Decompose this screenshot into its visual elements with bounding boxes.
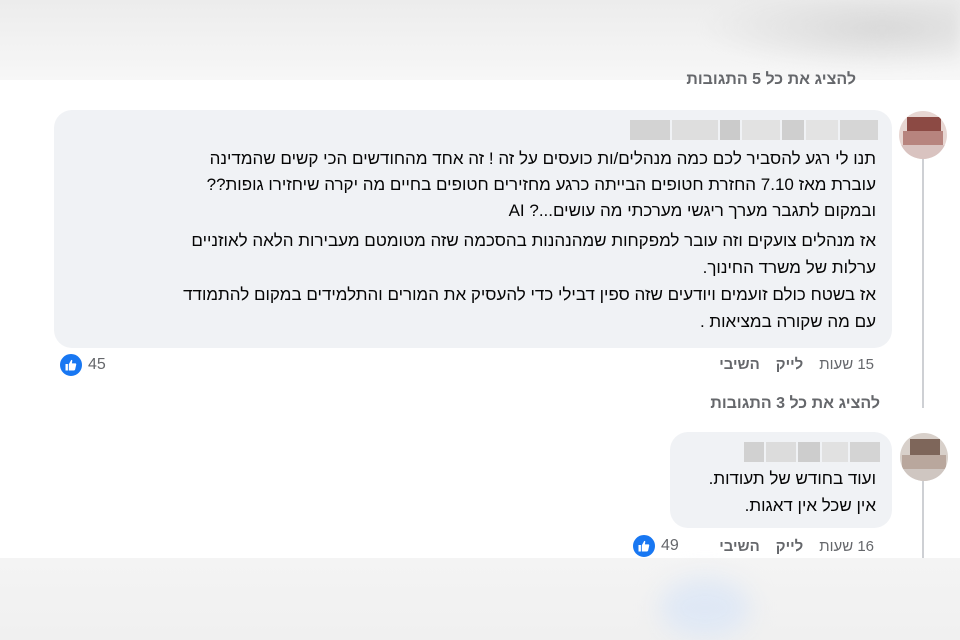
- timestamp[interactable]: 15 שעות: [819, 356, 874, 373]
- avatar[interactable]: [899, 111, 947, 159]
- reply-button[interactable]: השיבי: [719, 356, 760, 373]
- like-thumb-icon: [58, 352, 84, 378]
- blurred-header-region: [0, 0, 960, 80]
- blurred-shape: [660, 578, 750, 638]
- timestamp[interactable]: 16 שעות: [819, 538, 874, 555]
- thread-line: [922, 478, 924, 558]
- avatar[interactable]: [900, 433, 948, 481]
- comment-text-line: עוברת מאז 7.10 החזרת חטופים הבייתה כרגע …: [206, 175, 876, 194]
- comment-text-line: אז בשטח כולם זועמים ויודעים שזה ספין דבי…: [183, 285, 876, 304]
- comment-text-line: ועוד בחודש של תעודות.: [708, 469, 876, 488]
- view-all-replies-link[interactable]: להציג את כל 5 התגובות: [686, 71, 856, 89]
- reaction-summary[interactable]: 49: [631, 533, 679, 559]
- author-name-redacted[interactable]: [744, 442, 880, 462]
- reaction-count: 49: [661, 537, 679, 554]
- comment-actions: 15 שעות לייק השיבי: [703, 356, 874, 373]
- reaction-count: 45: [88, 356, 106, 373]
- comment-text-line: ובמקום לתגבר מערך ריגשי מערכתי מה עושים.…: [508, 201, 876, 220]
- reaction-summary[interactable]: 45: [58, 352, 106, 378]
- thread-line: [922, 150, 924, 408]
- comment-text-line: אז מנהלים צועקים וזה עובר למפקחות שמהנהנ…: [191, 231, 876, 250]
- blurred-footer-region: [0, 558, 960, 640]
- comment-text-line: עם מה שקורה במציאות .: [699, 312, 876, 331]
- comment-bubble: תנו לי רגע להסביר לכם כמה מנהלים/ות כועס…: [54, 110, 892, 348]
- comment-actions: 16 שעות לייק השיבי: [703, 538, 874, 555]
- author-name-redacted[interactable]: [630, 120, 878, 140]
- view-all-replies-link[interactable]: להציג את כל 3 התגובות: [710, 395, 880, 413]
- like-button[interactable]: לייק: [776, 538, 803, 555]
- comment-text-line: אין שכל אין דאגות.: [744, 496, 876, 515]
- like-button[interactable]: לייק: [776, 356, 803, 373]
- comment-bubble: ועוד בחודש של תעודות. אין שכל אין דאגות.: [670, 432, 892, 528]
- reply-button[interactable]: השיבי: [719, 538, 760, 555]
- comment-text-line: תנו לי רגע להסביר לכם כמה מנהלים/ות כועס…: [209, 149, 876, 168]
- like-thumb-icon: [631, 533, 657, 559]
- comment-text-line: ערלות של משרד החינוך.: [702, 258, 876, 277]
